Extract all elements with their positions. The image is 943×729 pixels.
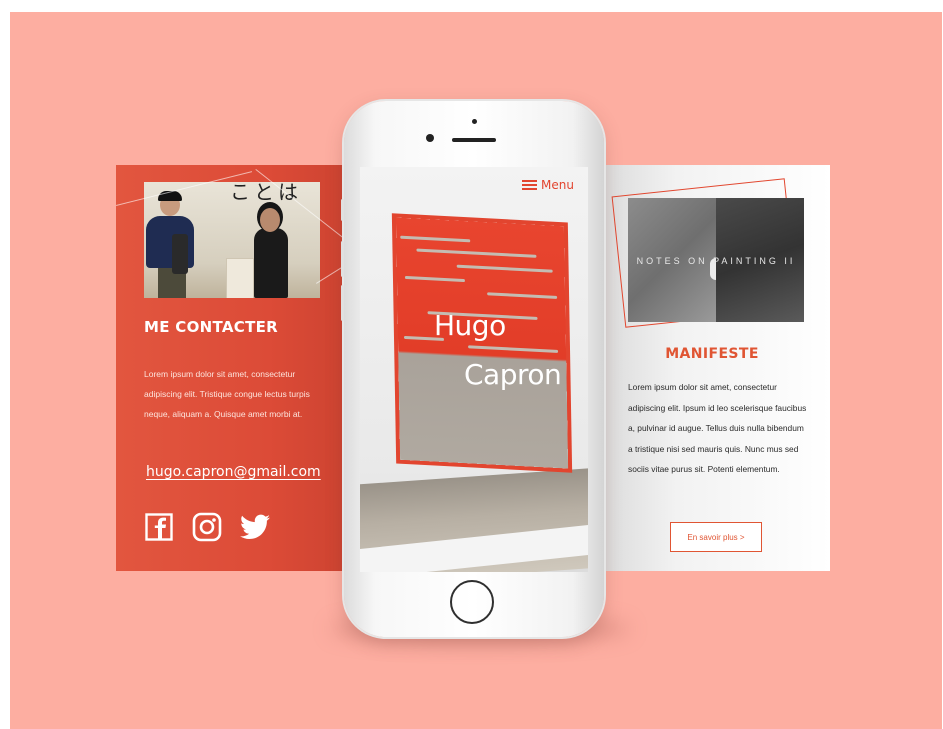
contact-title: ME CONTACTER (144, 318, 279, 336)
camera-dot (472, 119, 477, 124)
phone-device: Menu Hugo Capron (341, 101, 604, 637)
front-camera (426, 134, 434, 142)
facebook-icon[interactable] (144, 512, 174, 542)
menu-button[interactable]: Menu (522, 178, 574, 192)
phone-screen: Menu Hugo Capron (360, 167, 588, 572)
painting-caption: NOTES ON PAINTING II (636, 256, 796, 266)
home-button[interactable] (450, 580, 494, 624)
painting-image: NOTES ON PAINTING II (628, 198, 804, 322)
hamburger-icon (522, 180, 538, 190)
read-more-button[interactable]: En savoir plus > (670, 522, 762, 552)
instagram-icon[interactable] (192, 512, 222, 542)
social-links (144, 512, 270, 542)
earpiece (452, 138, 496, 142)
hero-last-name: Capron (464, 358, 562, 391)
manifest-panel: NOTES ON PAINTING II MANIFESTE Lorem ips… (594, 165, 830, 571)
menu-label: Menu (541, 178, 574, 192)
email-link[interactable]: hugo.capron@gmail.com (146, 464, 321, 480)
hero-first-name: Hugo (434, 309, 506, 342)
contact-panel: ことは ME CONTACTER Lorem ipsum dolor sit a… (116, 165, 370, 571)
manifest-description: Lorem ipsum dolor sit amet, consectetur … (628, 382, 807, 474)
contact-description: Lorem ipsum dolor sit amet, consectetur … (144, 369, 310, 419)
mockup-background: ことは ME CONTACTER Lorem ipsum dolor sit a… (10, 12, 942, 729)
twitter-icon[interactable] (240, 512, 270, 542)
hero-painting (395, 217, 569, 469)
photo-sign-text: ことは (230, 182, 302, 204)
manifest-title: MANIFESTE (665, 346, 759, 362)
